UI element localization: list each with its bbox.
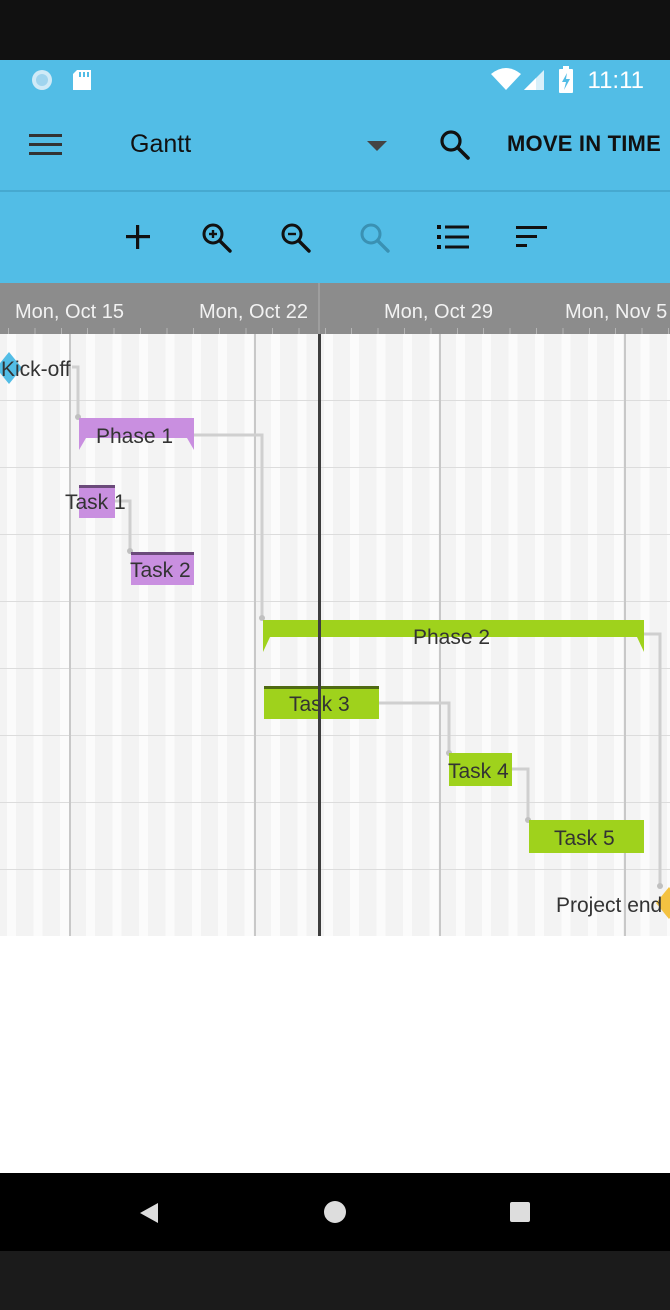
list-icon[interactable] xyxy=(437,224,469,250)
timeline-tick: Mon, Nov 5 xyxy=(565,301,668,323)
task-label: Task 2 xyxy=(130,559,191,582)
timeline-tick: Mon, Oct 22 xyxy=(199,301,308,323)
add-icon[interactable] xyxy=(124,223,152,251)
task-label: Project end xyxy=(556,894,663,917)
search-icon[interactable] xyxy=(438,128,472,162)
today-line xyxy=(318,334,321,936)
task-label: Kick-off xyxy=(1,358,71,381)
zoom-out-icon[interactable] xyxy=(279,221,313,255)
app-bar: Gantt MOVE IN TIME xyxy=(0,100,670,190)
sync-icon xyxy=(32,70,52,90)
task-label: Task 1 xyxy=(65,491,126,514)
status-bar: 11:11 xyxy=(0,60,670,100)
zoom-reset-icon[interactable] xyxy=(358,221,392,255)
empty-area xyxy=(0,936,670,1173)
sort-icon[interactable] xyxy=(516,225,548,249)
wifi-icon xyxy=(491,68,521,90)
task-label: Phase 1 xyxy=(96,425,174,448)
task-label: Task 5 xyxy=(554,827,615,850)
status-time: 11:11 xyxy=(587,67,645,94)
dropdown-arrow-icon[interactable] xyxy=(367,141,387,153)
screen-top-bezel xyxy=(0,0,670,60)
menu-icon[interactable] xyxy=(29,134,62,158)
screen-bottom-bezel xyxy=(0,1251,670,1310)
view-selector-title[interactable]: Gantt xyxy=(130,130,191,159)
battery-charging-icon xyxy=(559,66,573,93)
move-in-time-button[interactable]: MOVE IN TIME xyxy=(507,131,661,157)
task-label: Task 4 xyxy=(448,760,509,783)
signal-icon xyxy=(524,70,544,90)
home-icon[interactable] xyxy=(323,1200,347,1224)
header-divider xyxy=(318,283,320,334)
back-icon[interactable] xyxy=(138,1201,162,1225)
timeline-tick: Mon, Oct 15 xyxy=(15,301,124,323)
recents-icon[interactable] xyxy=(509,1201,531,1223)
timeline-header: Mon, Oct 15 Mon, Oct 22 Mon, Oct 29 Mon,… xyxy=(0,283,670,335)
gantt-chart[interactable]: Kick-off Phase 1 Task 1 Task 2 Phase 2 T… xyxy=(0,334,670,936)
gantt-toolbar xyxy=(0,192,670,283)
navigation-bar xyxy=(0,1173,670,1251)
zoom-in-icon[interactable] xyxy=(200,221,234,255)
sd-card-icon xyxy=(73,70,91,90)
timeline-tick: Mon, Oct 29 xyxy=(384,301,493,323)
task-label: Phase 2 xyxy=(413,626,491,649)
